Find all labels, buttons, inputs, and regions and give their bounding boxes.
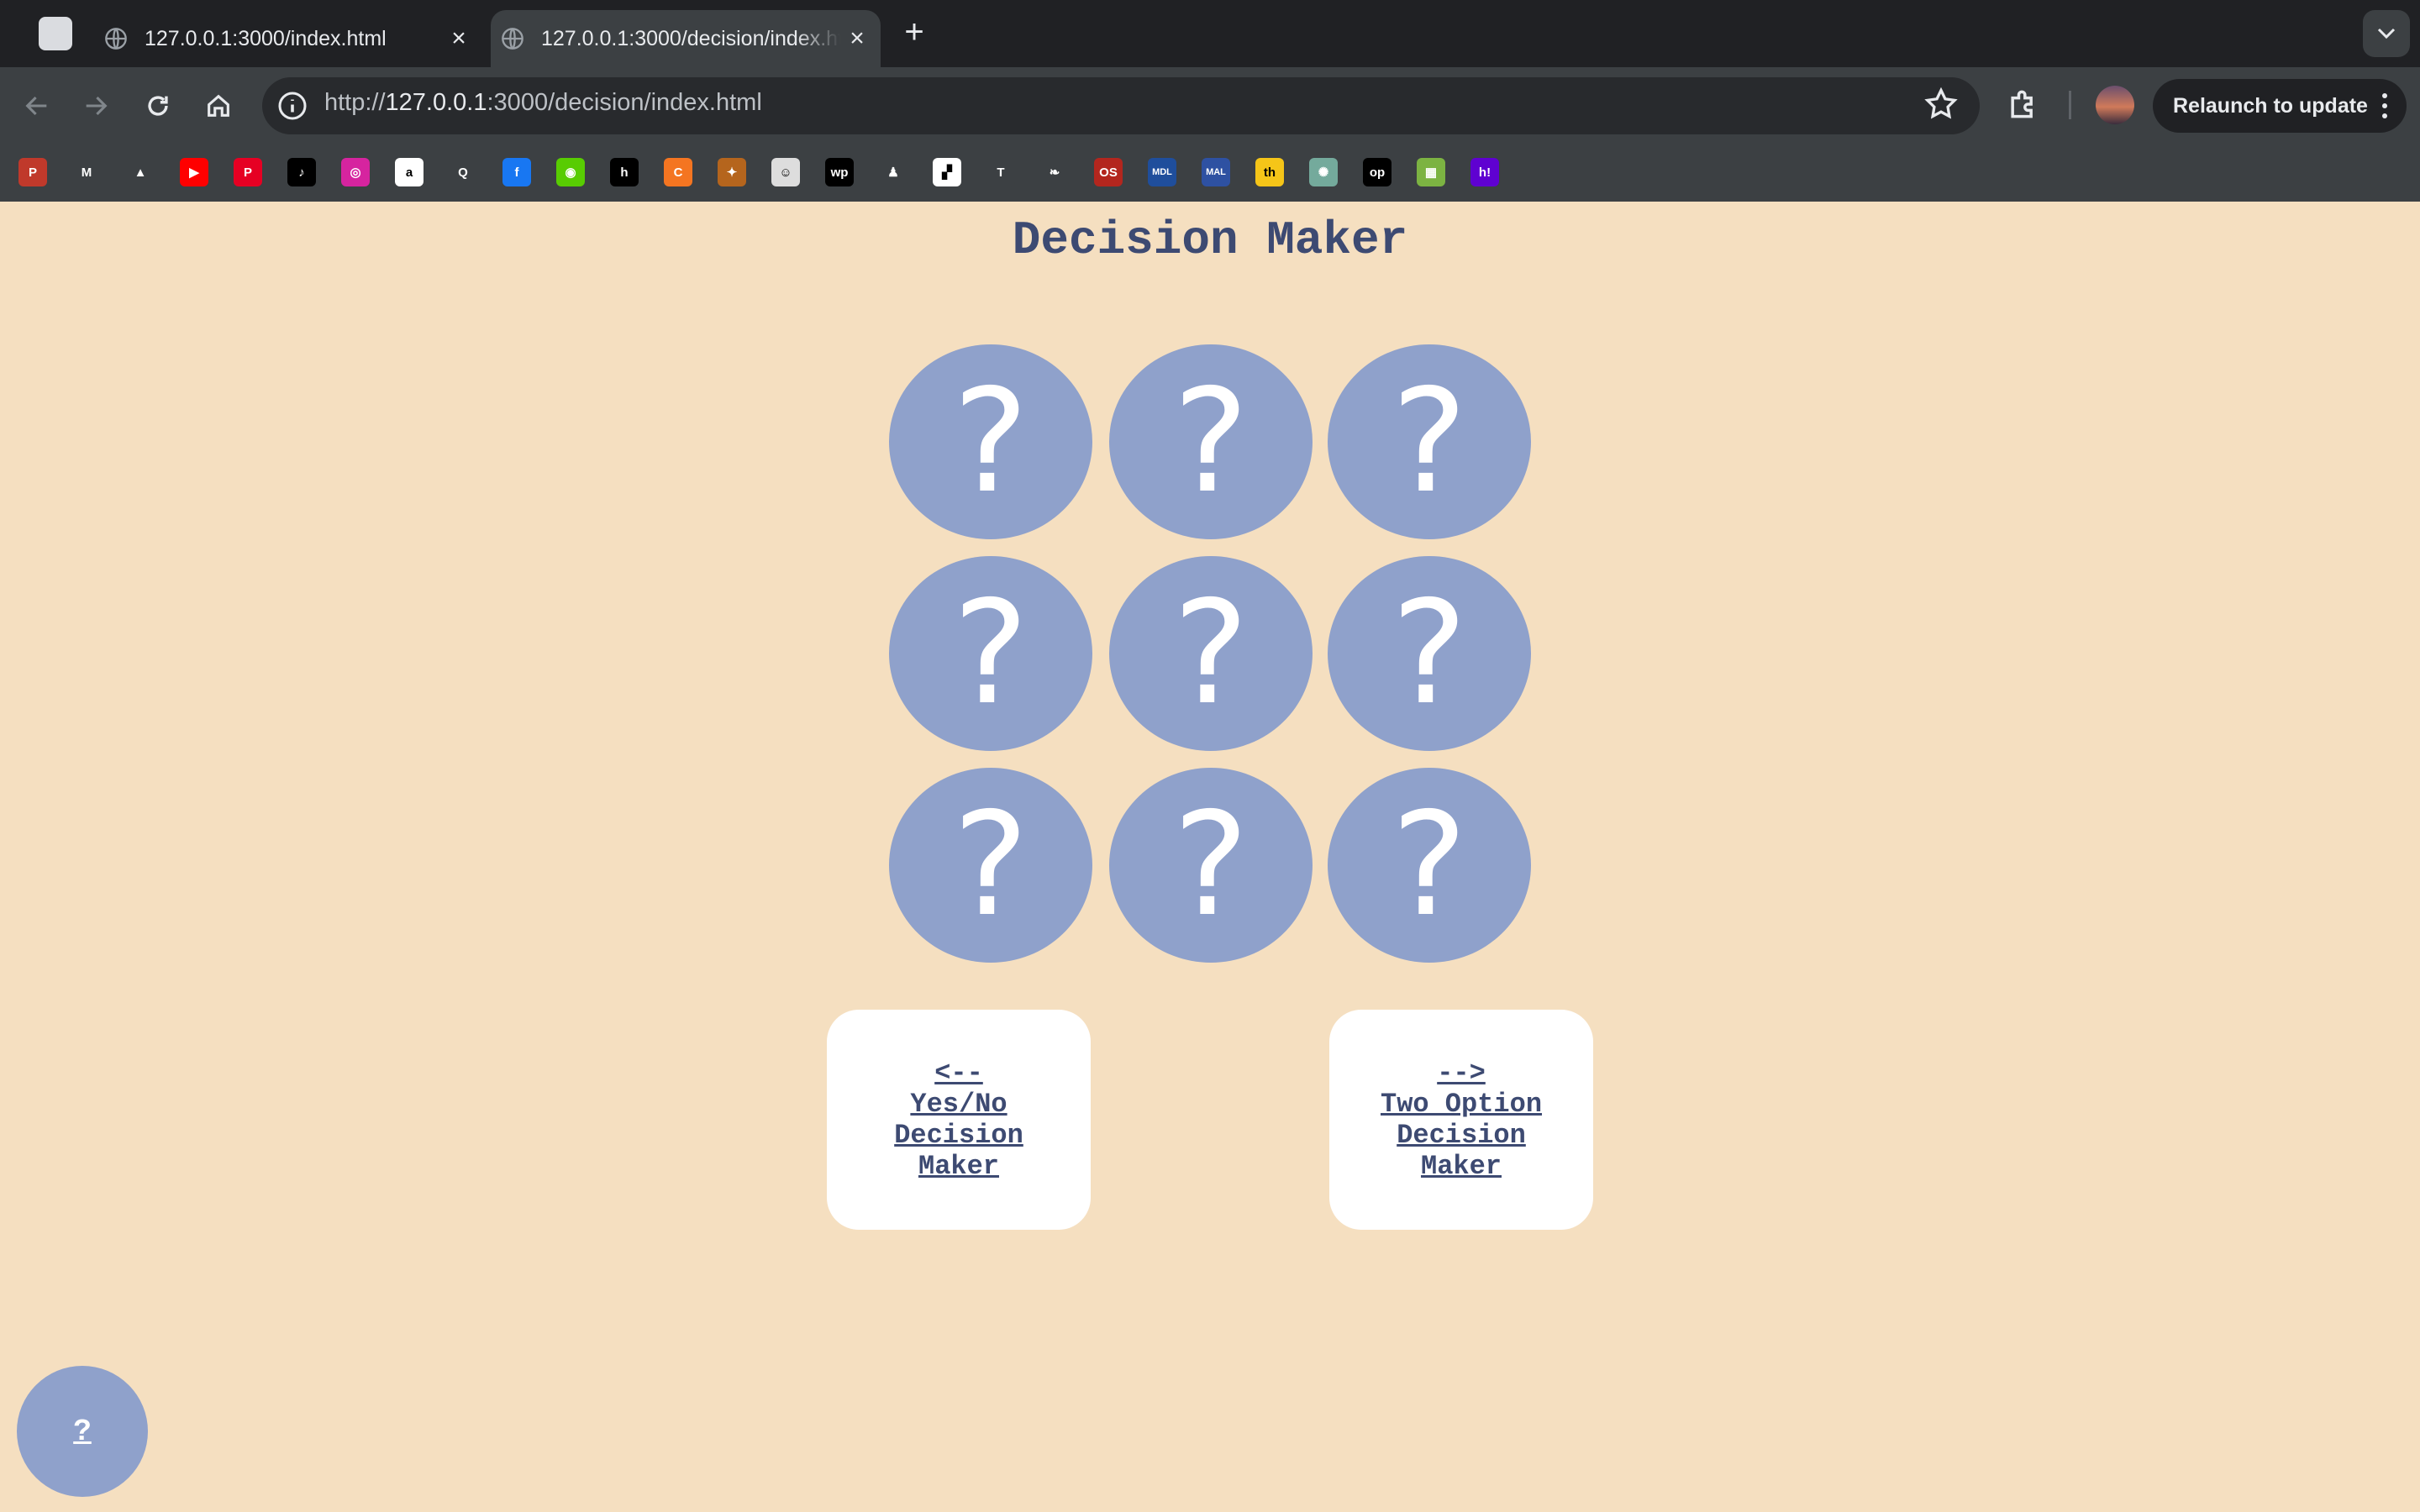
globe-icon <box>502 28 523 50</box>
relaunch-label: Relaunch to update <box>2173 93 2368 118</box>
bookmark-imdb-style-icon[interactable]: th <box>1255 158 1284 186</box>
bookmark-tiktok-icon[interactable]: ♪ <box>287 158 316 186</box>
url-prefix: http:// <box>324 89 386 116</box>
bookmarks-bar: P M ▲ ▶ P ♪ ◎ a Qf ◉ h C ✦ ☺ wp ♟ ▞ T ❧ OS MDL MAL th ✺ op ▦ h! <box>0 153 2420 193</box>
reload-button[interactable] <box>138 86 178 126</box>
tab-home[interactable]: 127.0.0.1:3000/index.html × <box>94 10 482 67</box>
url-text[interactable]: http://127.0.0.1:3000/decision/index.htm… <box>324 89 762 117</box>
url-host: 127.0.0.1 <box>385 89 487 116</box>
chevron-down-icon <box>2377 28 2396 39</box>
bookmark-pocketcasts-icon[interactable]: P <box>18 158 47 186</box>
extensions-puzzle-icon[interactable] <box>2005 86 2042 123</box>
bookmark-yahoo-icon[interactable]: h! <box>1470 158 1499 186</box>
bookmark-op-app-icon[interactable]: op <box>1363 158 1392 186</box>
home-icon <box>208 94 229 117</box>
bookmark-maps-app-icon[interactable]: ▦ <box>1417 158 1445 186</box>
bookmark-hulu-icon[interactable]: h <box>610 158 639 186</box>
arrow-right-icon <box>86 96 108 116</box>
tab-strip: 127.0.0.1:3000/index.html × 127.0.0.1:30… <box>0 0 2420 67</box>
bookmark-myanimelist-icon[interactable]: MAL <box>1202 158 1230 186</box>
url-path: :3000/decision/index.html <box>487 89 762 116</box>
decision-cell-4[interactable]: ? <box>889 556 1092 751</box>
bookmark-leaf-app-icon[interactable]: ❧ <box>1040 158 1069 186</box>
bookmark-quora-icon[interactable]: Q <box>449 158 477 186</box>
globe-icon <box>105 28 127 50</box>
tab-decision[interactable]: 127.0.0.1:3000/decision/index.html × <box>491 10 881 67</box>
prev-label-line: Decision <box>894 1120 1023 1151</box>
toolbar-divider <box>2069 91 2071 119</box>
bookmark-figure-app-icon[interactable]: ♟ <box>879 158 908 186</box>
more-vert-icon[interactable] <box>2381 92 2388 119</box>
bookmark-youtube-icon[interactable]: ▶ <box>180 158 208 186</box>
bookmark-duolingo-icon[interactable]: ◉ <box>556 158 585 186</box>
bookmark-grid-app-icon[interactable]: ▞ <box>933 158 961 186</box>
decision-cell-7[interactable]: ? <box>889 768 1092 963</box>
bookmark-facebook-icon[interactable]: f <box>502 158 531 186</box>
bookmark-washington-post-icon[interactable]: wp <box>825 158 854 186</box>
prev-label-line: Yes/No <box>910 1089 1007 1120</box>
star-icon[interactable] <box>1923 86 1960 123</box>
decision-cell-2[interactable]: ? <box>1109 344 1313 539</box>
page-title: Decision Maker <box>1012 213 1408 267</box>
new-tab-plus-icon[interactable]: + <box>897 15 931 49</box>
next-arrow: --> <box>1437 1058 1486 1089</box>
tab-search-button[interactable] <box>39 17 72 50</box>
prev-decision-maker-link[interactable]: <-- Yes/No Decision Maker <box>827 1010 1091 1230</box>
relaunch-button[interactable]: Relaunch to update <box>2153 79 2407 133</box>
bookmark-os-app-icon[interactable]: OS <box>1094 158 1123 186</box>
next-label-line: Maker <box>1420 1151 1502 1182</box>
close-icon[interactable]: × <box>442 22 476 55</box>
bookmark-google-drive-icon[interactable]: ▲ <box>126 158 155 186</box>
tab-list-button[interactable] <box>2363 10 2410 57</box>
bookmark-chatgpt-icon[interactable]: ✺ <box>1309 158 1338 186</box>
back-button[interactable] <box>17 86 57 126</box>
decision-grid: ? ? ? ? ? ? ? ? ? <box>889 344 1531 963</box>
bookmark-instagram-icon[interactable]: ◎ <box>341 158 370 186</box>
bookmark-nytimes-icon[interactable]: T <box>986 158 1015 186</box>
info-icon[interactable] <box>277 91 308 121</box>
bookmark-mydramalist-icon[interactable]: MDL <box>1148 158 1176 186</box>
bookmark-crunchyroll-icon[interactable]: C <box>664 158 692 186</box>
decision-cell-5[interactable]: ? <box>1109 556 1313 751</box>
next-decision-maker-link[interactable]: --> Two Option Decision Maker <box>1329 1010 1593 1230</box>
help-button[interactable]: ? <box>17 1366 148 1497</box>
prev-arrow: <-- <box>934 1058 983 1089</box>
bookmark-pinterest-icon[interactable]: P <box>234 158 262 186</box>
prev-label-line: Maker <box>918 1151 999 1182</box>
next-label-line: Decision <box>1397 1120 1526 1151</box>
bookmark-gmail-icon[interactable]: M <box>72 158 101 186</box>
decision-cell-3[interactable]: ? <box>1328 344 1531 539</box>
decision-cell-1[interactable]: ? <box>889 344 1092 539</box>
bookmark-bird-app-icon[interactable]: ✦ <box>718 158 746 186</box>
decision-cell-6[interactable]: ? <box>1328 556 1531 751</box>
tab-title: 127.0.0.1:3000/index.html <box>145 26 387 50</box>
decision-cell-9[interactable]: ? <box>1328 768 1531 963</box>
next-label-line: Two Option <box>1380 1089 1543 1120</box>
close-icon[interactable]: × <box>840 22 874 55</box>
arrow-left-icon <box>25 96 47 116</box>
browser-chrome: 127.0.0.1:3000/index.html × 127.0.0.1:30… <box>0 0 2420 202</box>
forward-button[interactable] <box>76 86 116 126</box>
reload-icon <box>148 96 168 116</box>
bookmark-robot-app-icon[interactable]: ☺ <box>771 158 800 186</box>
tab-title: 127.0.0.1:3000/decision/index.html <box>541 26 840 50</box>
home-button[interactable] <box>198 86 239 126</box>
profile-avatar[interactable] <box>2096 86 2134 124</box>
bookmark-amazon-icon[interactable]: a <box>395 158 424 186</box>
decision-cell-8[interactable]: ? <box>1109 768 1313 963</box>
